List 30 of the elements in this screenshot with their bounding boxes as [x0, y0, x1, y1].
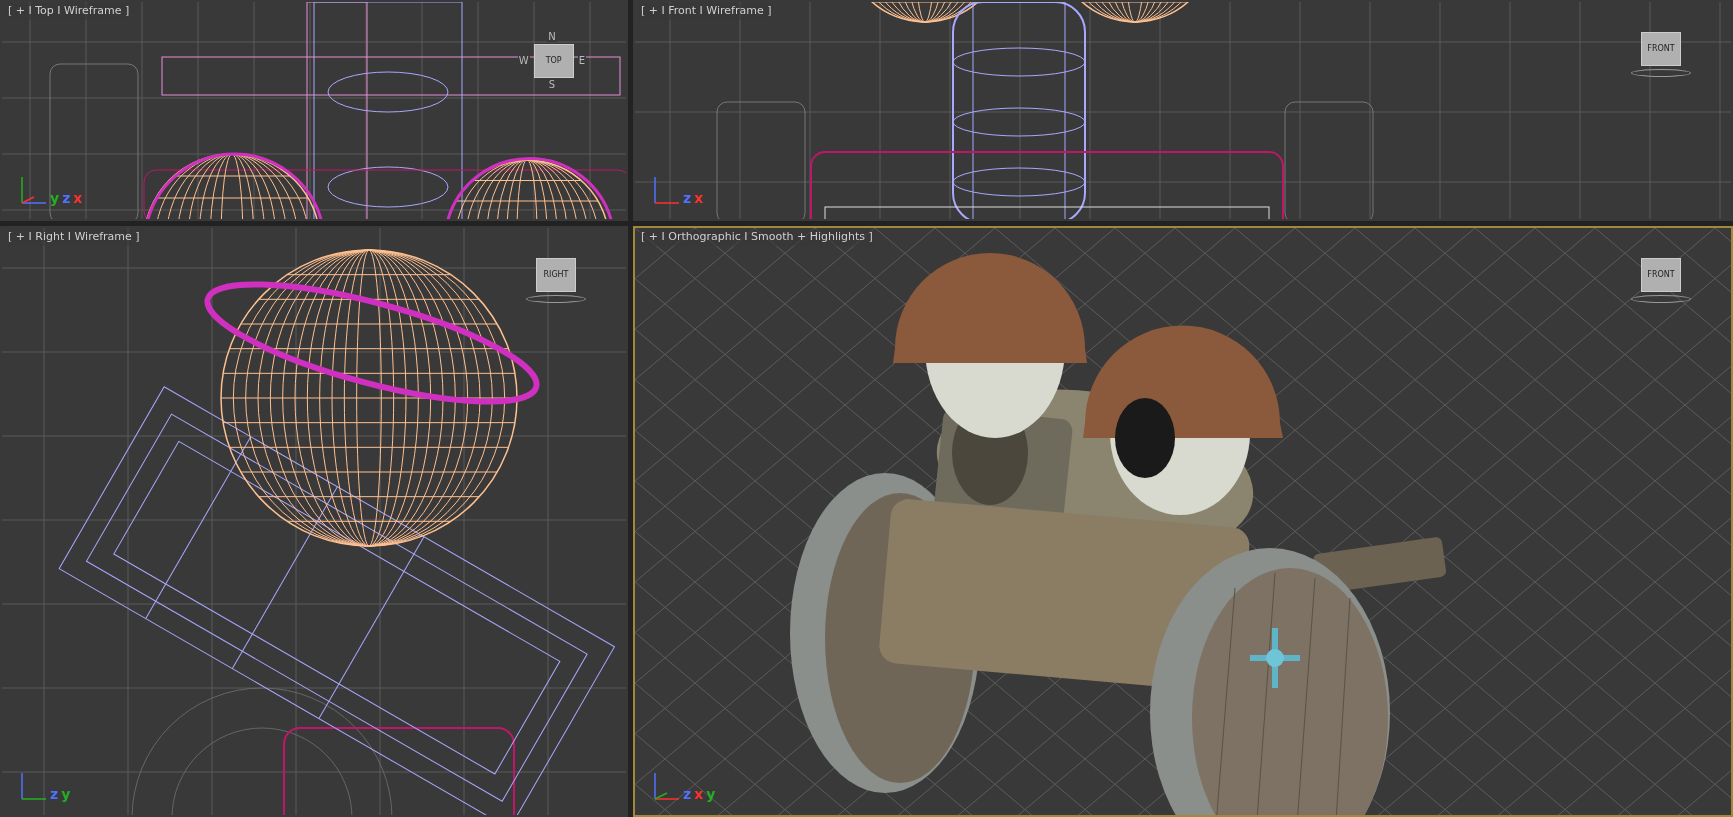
- axis-tripod-icon: [20, 771, 48, 801]
- viewport[interactable]: [ + I Top I Wireframe ] N W TOP E S y z x: [0, 0, 628, 221]
- axis-tripod-icon: [653, 771, 681, 801]
- view-cube[interactable]: RIGHT: [536, 258, 576, 292]
- viewport[interactable]: [ + I Front I Wireframe ] FRONT z x: [633, 0, 1733, 221]
- view-cube[interactable]: TOP: [533, 44, 574, 78]
- axis-tripod-icon: [653, 175, 681, 205]
- compass-label: E: [577, 56, 586, 66]
- axis-label: y: [50, 191, 60, 205]
- viewport-label[interactable]: [ + I Front I Wireframe ]: [639, 3, 774, 20]
- viewport-label[interactable]: [ + I Orthographic I Smooth + Highlights ]: [639, 229, 875, 246]
- axis-label: z: [683, 787, 692, 801]
- axis-label: z: [683, 191, 692, 205]
- view-cube[interactable]: FRONT: [1641, 258, 1681, 292]
- viewport[interactable]: [ + I Right I Wireframe ] RIGHT z y: [0, 226, 628, 817]
- viewport[interactable]: [ + I Orthographic I Smooth + Highlights ] FRONT z x y: [633, 226, 1733, 817]
- axis-label: y: [61, 787, 71, 801]
- axis-label: z: [50, 787, 59, 801]
- compass-label: N: [547, 32, 557, 42]
- compass-label: W: [517, 56, 530, 66]
- axis-label: x: [694, 787, 704, 801]
- viewport-label[interactable]: [ + I Right I Wireframe ]: [6, 229, 142, 246]
- axis-label: y: [706, 787, 716, 801]
- axis-tripod-icon: [20, 175, 48, 205]
- axis-label: z: [62, 191, 71, 205]
- axis-label: x: [73, 191, 83, 205]
- viewport-label[interactable]: [ + I Top I Wireframe ]: [6, 3, 132, 20]
- view-cube[interactable]: FRONT: [1641, 32, 1681, 66]
- axis-label: x: [694, 191, 704, 205]
- compass-label: S: [547, 80, 557, 90]
